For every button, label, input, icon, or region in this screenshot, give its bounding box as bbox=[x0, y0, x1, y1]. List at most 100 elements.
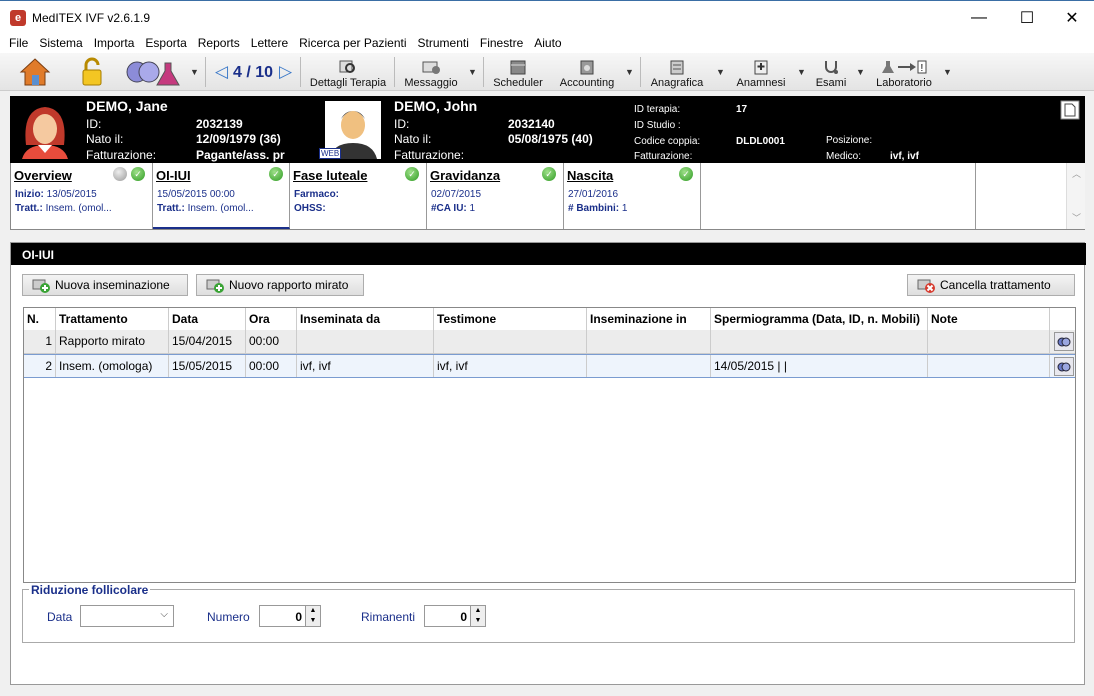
column-header[interactable]: Inseminazione in bbox=[587, 308, 711, 331]
scroll-up-icon[interactable]: ︿ bbox=[1072, 167, 1081, 180]
toolbar: ▼ ◁ 4 / 10 ▷ Dettagli Terapia Messaggio … bbox=[0, 53, 1094, 91]
toolbar-separator bbox=[205, 57, 206, 87]
tab-overview-title: Overview bbox=[14, 168, 72, 183]
dettagli-terapia-button[interactable]: Dettagli Terapia bbox=[308, 55, 388, 89]
numero-stepper[interactable]: 0 ▲ ▼ bbox=[259, 605, 321, 627]
accounting-dropdown-icon[interactable]: ▼ bbox=[625, 67, 634, 77]
laboratorio-button[interactable]: ! Laboratorio bbox=[872, 55, 936, 89]
follicle-reduction-group: Riduzione follicolare Data ⌵ Numero 0 ▲ … bbox=[22, 583, 1075, 643]
menu-importa[interactable]: Importa bbox=[94, 36, 135, 50]
column-header[interactable]: Spermiogramma (Data, ID, n. Mobili) bbox=[711, 308, 928, 331]
table-cell: 15/05/2015 bbox=[169, 355, 246, 377]
couple-code: DLDL0001 bbox=[736, 136, 785, 147]
tab-overview[interactable]: Overview ✓ Inizio: 13/05/2015 Tratt.: In… bbox=[11, 163, 153, 229]
female-dob-label: Nato il: bbox=[86, 132, 124, 146]
table-cell: Rapporto mirato bbox=[56, 330, 169, 353]
column-header[interactable]: Ora bbox=[246, 308, 297, 331]
scheduler-button[interactable]: Scheduler bbox=[489, 55, 547, 89]
minimize-button[interactable]: — bbox=[956, 1, 1002, 34]
new-report-button[interactable]: Nuovo rapporto mirato bbox=[196, 274, 364, 296]
tab-nascita[interactable]: Nascita ✓ 27/01/2016 # Bambini: 1 bbox=[564, 163, 701, 229]
esami-label: Esami bbox=[815, 77, 847, 89]
column-header[interactable]: Note bbox=[928, 308, 1050, 331]
chevron-down-icon: ⌵ bbox=[160, 609, 168, 620]
menu-aiuto[interactable]: Aiuto bbox=[534, 36, 561, 50]
follicle-reduction-legend: Riduzione follicolare bbox=[29, 583, 151, 597]
toolbar-separator bbox=[394, 57, 395, 87]
laboratorio-label: Laboratorio bbox=[876, 77, 932, 89]
table-row[interactable]: 2 Insem. (omologa) 15/05/2015 00:00 ivf,… bbox=[24, 354, 1075, 378]
menu-finestre[interactable]: Finestre bbox=[480, 36, 523, 50]
messaggio-button[interactable]: Messaggio bbox=[401, 55, 461, 89]
edit-row-button[interactable] bbox=[1054, 332, 1074, 351]
anamnesi-button[interactable]: Anamnesi bbox=[733, 55, 789, 89]
menu-file[interactable]: File bbox=[9, 36, 28, 50]
anagrafica-button[interactable]: Anagrafica bbox=[648, 55, 706, 89]
next-arrow-icon[interactable]: ▷ bbox=[279, 62, 292, 82]
calendar-icon bbox=[510, 60, 526, 75]
maximize-button[interactable]: ☐ bbox=[1004, 1, 1050, 34]
tab-gravidanza[interactable]: Gravidanza ✓ 02/07/2015 #CA IU: 1 bbox=[427, 163, 564, 229]
status-ok-icon: ✓ bbox=[542, 167, 556, 181]
male-avatar: WEB bbox=[319, 101, 381, 159]
menu-reports[interactable]: Reports bbox=[198, 36, 240, 50]
female-billing-label: Fatturazione: bbox=[86, 148, 157, 162]
stepper-down-icon[interactable]: ▼ bbox=[305, 616, 320, 626]
home-button[interactable] bbox=[18, 55, 52, 89]
table-row[interactable]: 1 Rapporto mirato 15/04/2015 00:00 bbox=[24, 330, 1075, 354]
esami-dropdown-icon[interactable]: ▼ bbox=[856, 67, 865, 77]
prev-arrow-icon[interactable]: ◁ bbox=[215, 62, 228, 82]
accounting-button[interactable]: Accounting bbox=[556, 55, 618, 89]
table-cell: 00:00 bbox=[246, 355, 297, 377]
male-dob: 05/08/1975 (40) bbox=[508, 132, 593, 146]
close-button[interactable]: ✕ bbox=[1049, 1, 1094, 34]
esami-button[interactable]: Esami bbox=[812, 55, 850, 89]
tab-fase-luteale[interactable]: Fase luteale ✓ Farmaco: OHSS: bbox=[290, 163, 427, 229]
edit-row-button[interactable] bbox=[1054, 357, 1074, 376]
column-header[interactable]: Testimone bbox=[434, 308, 587, 331]
anamnesi-icon bbox=[754, 60, 768, 75]
doctor-label: Medico: bbox=[826, 151, 862, 162]
tab-overview-value2: Insem. (omol... bbox=[45, 203, 112, 214]
female-id-label: ID: bbox=[86, 117, 102, 131]
column-header[interactable]: Trattamento bbox=[56, 308, 169, 331]
data-select[interactable]: ⌵ bbox=[80, 605, 174, 627]
column-header[interactable]: N. bbox=[24, 308, 56, 331]
male-id-label: ID: bbox=[394, 117, 410, 131]
menu-sistema[interactable]: Sistema bbox=[39, 36, 82, 50]
numero-value: 0 bbox=[295, 610, 302, 624]
stepper-down-icon[interactable]: ▼ bbox=[470, 616, 485, 626]
scroll-down-icon[interactable]: ﹀ bbox=[1072, 211, 1081, 224]
menu-strumenti[interactable]: Strumenti bbox=[418, 36, 469, 50]
cancel-treatment-button[interactable]: Cancella trattamento bbox=[907, 274, 1075, 296]
rimanenti-value: 0 bbox=[460, 610, 467, 624]
laboratorio-dropdown-icon[interactable]: ▼ bbox=[943, 67, 952, 77]
tab-gravidanza-value2: 1 bbox=[469, 203, 476, 214]
document-icon[interactable] bbox=[1060, 100, 1080, 120]
pager-text: 4 / 10 bbox=[233, 64, 274, 81]
scheduler-label: Scheduler bbox=[493, 77, 543, 89]
menu-esporta[interactable]: Esporta bbox=[145, 36, 186, 50]
menu-ricerca[interactable]: Ricerca per Pazienti bbox=[299, 36, 406, 50]
tab-nascita-title: Nascita bbox=[567, 168, 614, 183]
tab-overview-label2: Tratt.: bbox=[15, 203, 43, 214]
new-insemination-button[interactable]: Nuova inseminazione bbox=[22, 274, 188, 296]
patients-dropdown-icon[interactable]: ▼ bbox=[190, 67, 199, 77]
column-header[interactable]: Data bbox=[169, 308, 246, 331]
tabs-scrollbar[interactable]: ︿ ﹀ bbox=[1066, 163, 1085, 229]
table-cell: 00:00 bbox=[246, 330, 297, 353]
anagrafica-dropdown-icon[interactable]: ▼ bbox=[716, 67, 725, 77]
tab-fase-luteale-label2: OHSS: bbox=[294, 203, 326, 214]
lock-button[interactable] bbox=[78, 55, 106, 89]
menu-lettere[interactable]: Lettere bbox=[251, 36, 288, 50]
tab-oi-iui[interactable]: OI-IUI ✓ 15/05/2015 00:00 Tratt.: Insem.… bbox=[153, 163, 290, 229]
rimanenti-stepper[interactable]: 0 ▲ ▼ bbox=[424, 605, 486, 627]
stepper-up-icon[interactable]: ▲ bbox=[470, 606, 485, 616]
patients-lab-button[interactable] bbox=[124, 55, 182, 89]
column-header[interactable]: Inseminata da bbox=[297, 308, 434, 331]
male-dob-label: Nato il: bbox=[394, 132, 432, 146]
anamnesi-dropdown-icon[interactable]: ▼ bbox=[797, 67, 806, 77]
messaggio-dropdown-icon[interactable]: ▼ bbox=[468, 67, 477, 77]
table-cell: ivf, ivf bbox=[297, 355, 434, 377]
stepper-up-icon[interactable]: ▲ bbox=[305, 606, 320, 616]
